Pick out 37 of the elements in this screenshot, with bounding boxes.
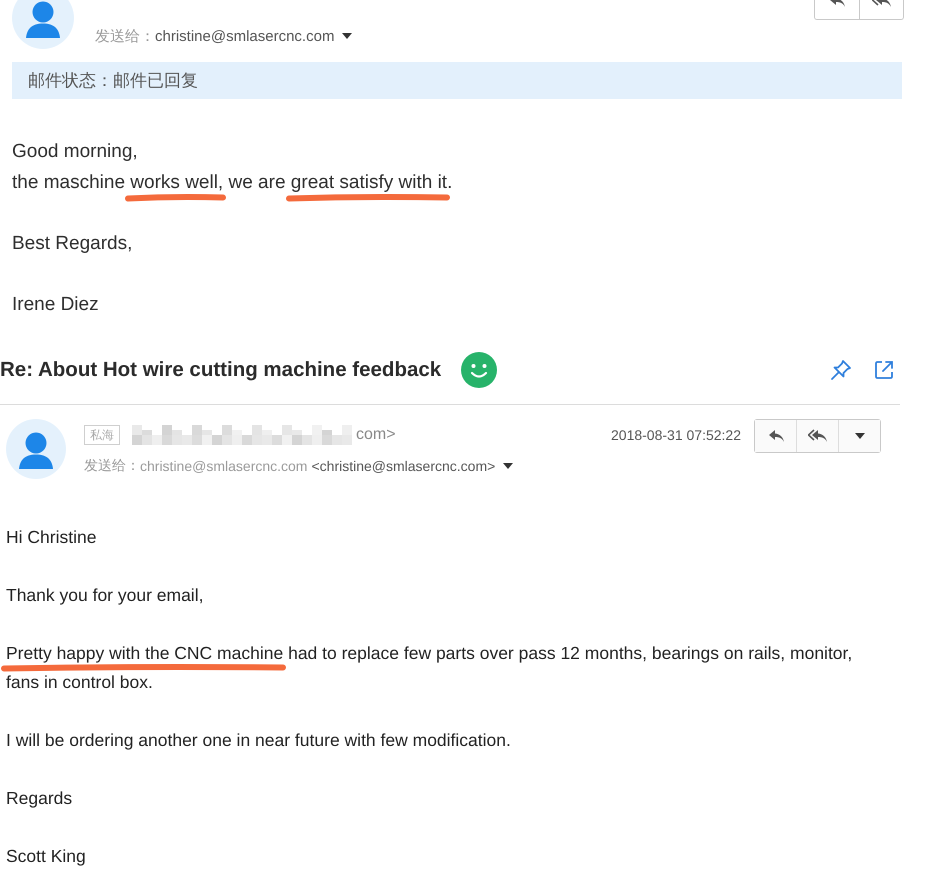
body-text: Regards <box>6 787 74 810</box>
caret-icon[interactable] <box>503 463 514 469</box>
recipient-name: christine@smlasercnc.com <box>140 458 308 474</box>
body-text: Thank you for your email, <box>6 584 204 607</box>
source-tag: 私海 <box>84 425 120 445</box>
recipient-address: <christine@smlasercnc.com> <box>311 458 496 474</box>
email-subject: Re: About Hot wire cutting machine feedback <box>0 358 442 382</box>
caret-icon[interactable] <box>342 33 352 39</box>
avatar-icon <box>6 419 66 479</box>
reply-icon <box>766 429 784 443</box>
reply-all-icon <box>872 0 892 8</box>
pin-icon[interactable] <box>830 359 852 381</box>
reply-button[interactable] <box>814 0 859 20</box>
caret-icon <box>854 433 864 439</box>
more-button[interactable] <box>839 420 880 452</box>
smiley-icon <box>461 352 498 388</box>
open-external-icon[interactable] <box>874 360 894 380</box>
recipients-label: 发送给： <box>95 26 155 46</box>
body-text: Scott King <box>6 845 87 868</box>
reply-all-button[interactable] <box>859 0 904 20</box>
body-text: Best Regards, <box>12 232 134 256</box>
avatar-icon <box>12 0 74 50</box>
body-text: Irene Diez <box>12 293 100 317</box>
sent-date: 2018-08-31 07:52:22 <box>611 426 741 444</box>
recipient-address: christine@smlasercnc.com <box>155 28 334 44</box>
body-text: I will be ordering another one in near future with few modification. <box>6 729 512 752</box>
mail-status-bar: 邮件状态：邮件已回复 <box>12 62 902 99</box>
reply-all-icon <box>808 429 828 443</box>
body-text: Good morning, <box>12 140 139 164</box>
recipients-label: 发送给： <box>84 457 140 475</box>
sender-address: com> <box>356 426 396 444</box>
reply-button[interactable] <box>755 420 796 452</box>
body-text: the maschine works well, we are great satisfy with it. <box>12 171 454 195</box>
body-text: Pretty happy with the CNC machine had to replace few parts over pass 12 months, bearings on rails, monitor, fans in control box. <box>6 642 854 694</box>
reply-icon <box>828 0 846 8</box>
reply-all-button[interactable] <box>796 420 839 452</box>
body-text: Hi Christine <box>6 526 98 549</box>
